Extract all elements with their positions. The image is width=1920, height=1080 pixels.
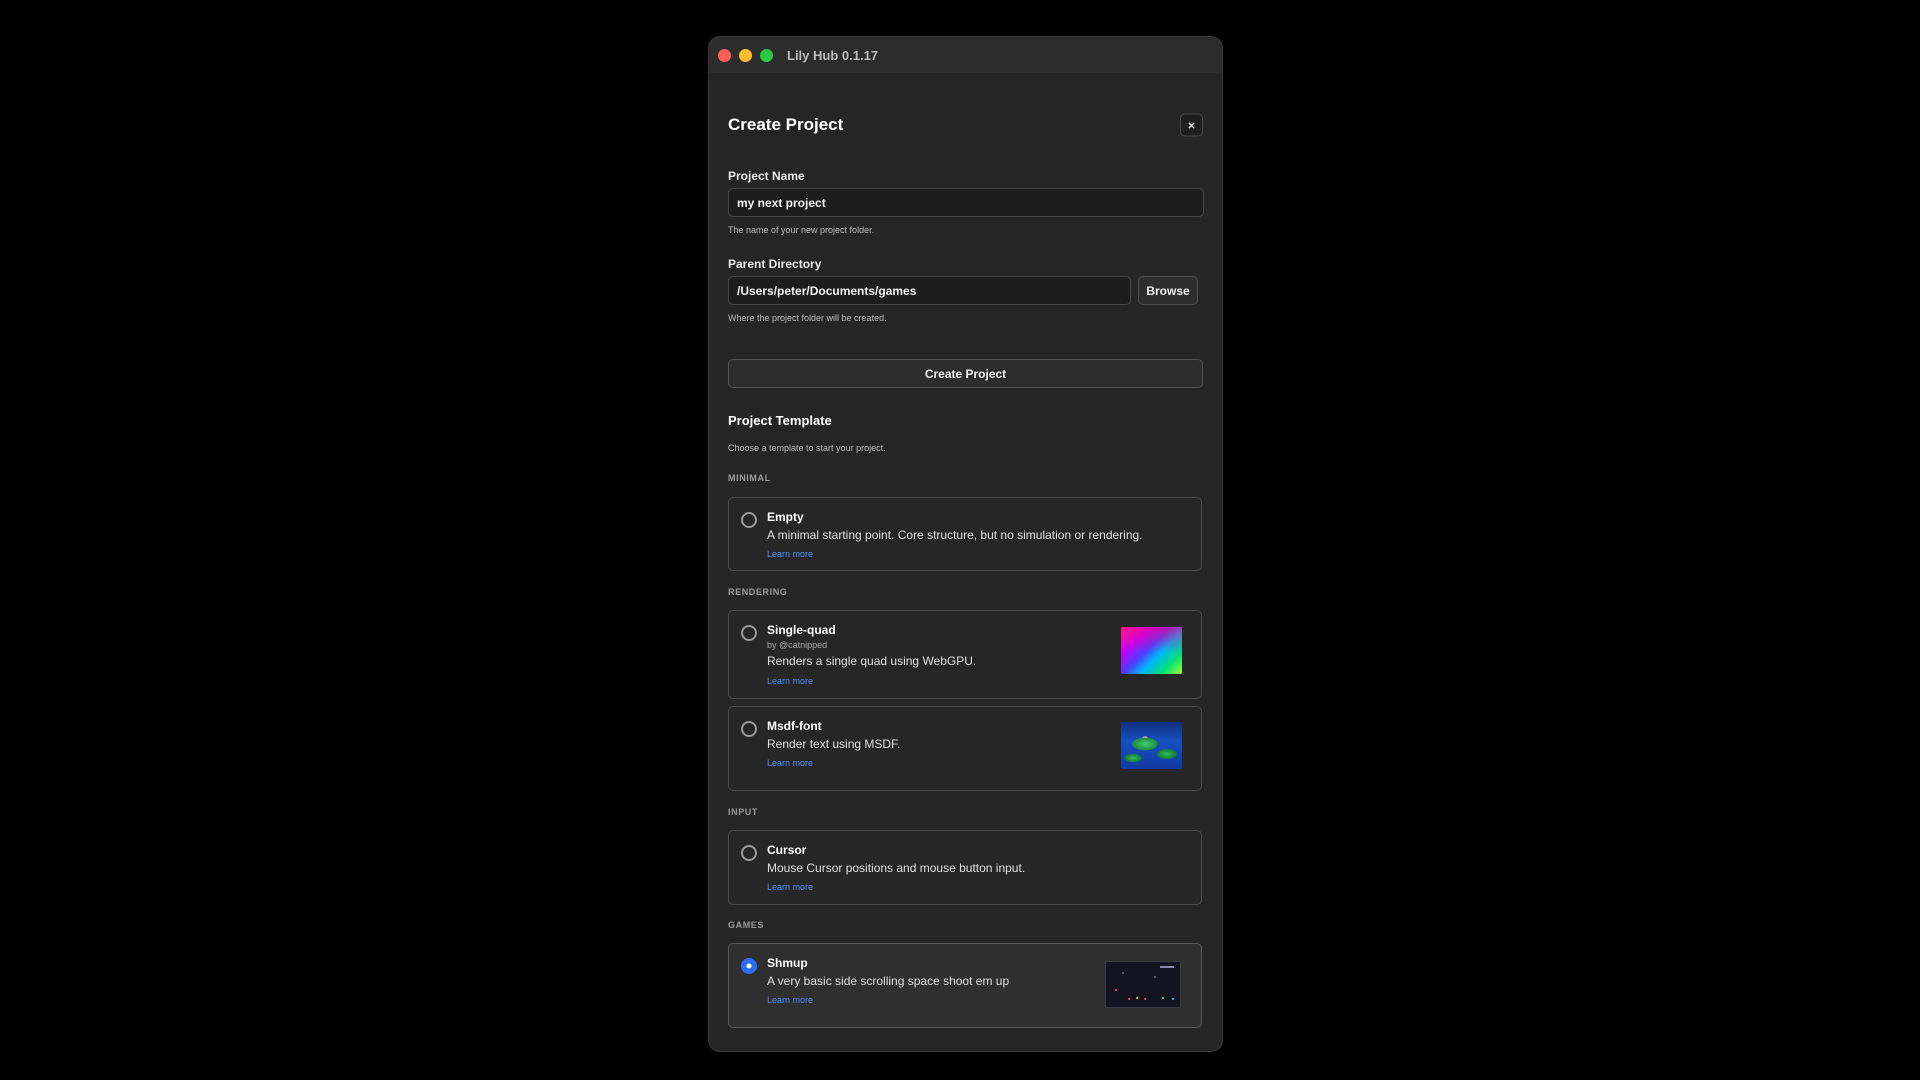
footer-divider <box>728 1051 1203 1052</box>
template-card-shmup[interactable]: Shmup A very basic side scrolling space … <box>728 943 1202 1028</box>
create-project-button[interactable]: Create Project <box>728 359 1203 388</box>
template-name: Empty <box>767 510 804 524</box>
app-window: Lily Hub 0.1.17 Create Project × Project… <box>708 36 1223 1052</box>
learn-more-link[interactable]: Learn more <box>767 882 813 892</box>
template-card-cursor[interactable]: Cursor Mouse Cursor positions and mouse … <box>728 830 1202 905</box>
radio-single-quad[interactable] <box>741 625 757 641</box>
template-description: Mouse Cursor positions and mouse button … <box>767 861 1026 875</box>
create-project-dialog: Create Project × Project Name The name o… <box>728 73 1204 1052</box>
template-description: Renders a single quad using WebGPU. <box>767 654 977 668</box>
category-minimal: MINIMAL <box>728 473 771 483</box>
learn-more-link[interactable]: Learn more <box>767 676 813 686</box>
radio-msdf-font[interactable] <box>741 721 757 737</box>
project-name-label: Project Name <box>728 169 805 183</box>
template-name: Cursor <box>767 843 807 857</box>
window-title: Lily Hub 0.1.17 <box>787 47 879 63</box>
template-name: Single-quad <box>767 623 836 637</box>
template-description: A very basic side scrolling space shoot … <box>767 974 1010 988</box>
project-template-heading: Project Template <box>728 413 832 428</box>
template-card-msdf-font[interactable]: Msdf-font Render text using MSDF. Learn … <box>728 706 1202 791</box>
window-controls <box>718 48 773 62</box>
template-card-empty[interactable]: Empty A minimal starting point. Core str… <box>728 497 1202 571</box>
template-name: Shmup <box>767 956 808 970</box>
parent-directory-label: Parent Directory <box>728 257 822 271</box>
close-icon: × <box>1187 118 1195 132</box>
template-card-single-quad[interactable]: Single-quad by @catnipped Renders a sing… <box>728 610 1202 699</box>
parent-directory-help: Where the project folder will be created… <box>728 313 887 323</box>
close-window-icon[interactable] <box>718 48 731 62</box>
dialog-title: Create Project <box>728 115 844 134</box>
single-quad-thumbnail <box>1121 627 1182 674</box>
title-bar[interactable]: Lily Hub 0.1.17 <box>709 37 1222 73</box>
shmup-thumbnail <box>1105 961 1181 1008</box>
project-template-subtitle: Choose a template to start your project. <box>728 443 886 453</box>
template-description: Render text using MSDF. <box>767 737 901 751</box>
radio-shmup[interactable] <box>741 958 757 974</box>
minimize-window-icon[interactable] <box>739 48 752 62</box>
msdf-font-thumbnail <box>1121 722 1182 769</box>
close-dialog-button[interactable]: × <box>1180 113 1203 137</box>
browse-button[interactable]: Browse <box>1138 276 1198 305</box>
category-rendering: RENDERING <box>728 587 788 597</box>
template-name: Msdf-font <box>767 719 822 733</box>
category-input: INPUT <box>728 807 758 817</box>
learn-more-link[interactable]: Learn more <box>767 549 813 559</box>
template-description: A minimal starting point. Core structure… <box>767 528 1143 542</box>
template-author: by @catnipped <box>767 640 828 650</box>
radio-empty[interactable] <box>741 512 757 528</box>
project-name-input[interactable] <box>728 188 1204 217</box>
category-games: GAMES <box>728 920 765 930</box>
learn-more-link[interactable]: Learn more <box>767 995 813 1005</box>
maximize-window-icon[interactable] <box>760 48 773 62</box>
parent-directory-input[interactable] <box>728 276 1131 305</box>
radio-cursor[interactable] <box>741 845 757 861</box>
project-name-help: The name of your new project folder. <box>728 225 875 235</box>
learn-more-link[interactable]: Learn more <box>767 758 813 768</box>
